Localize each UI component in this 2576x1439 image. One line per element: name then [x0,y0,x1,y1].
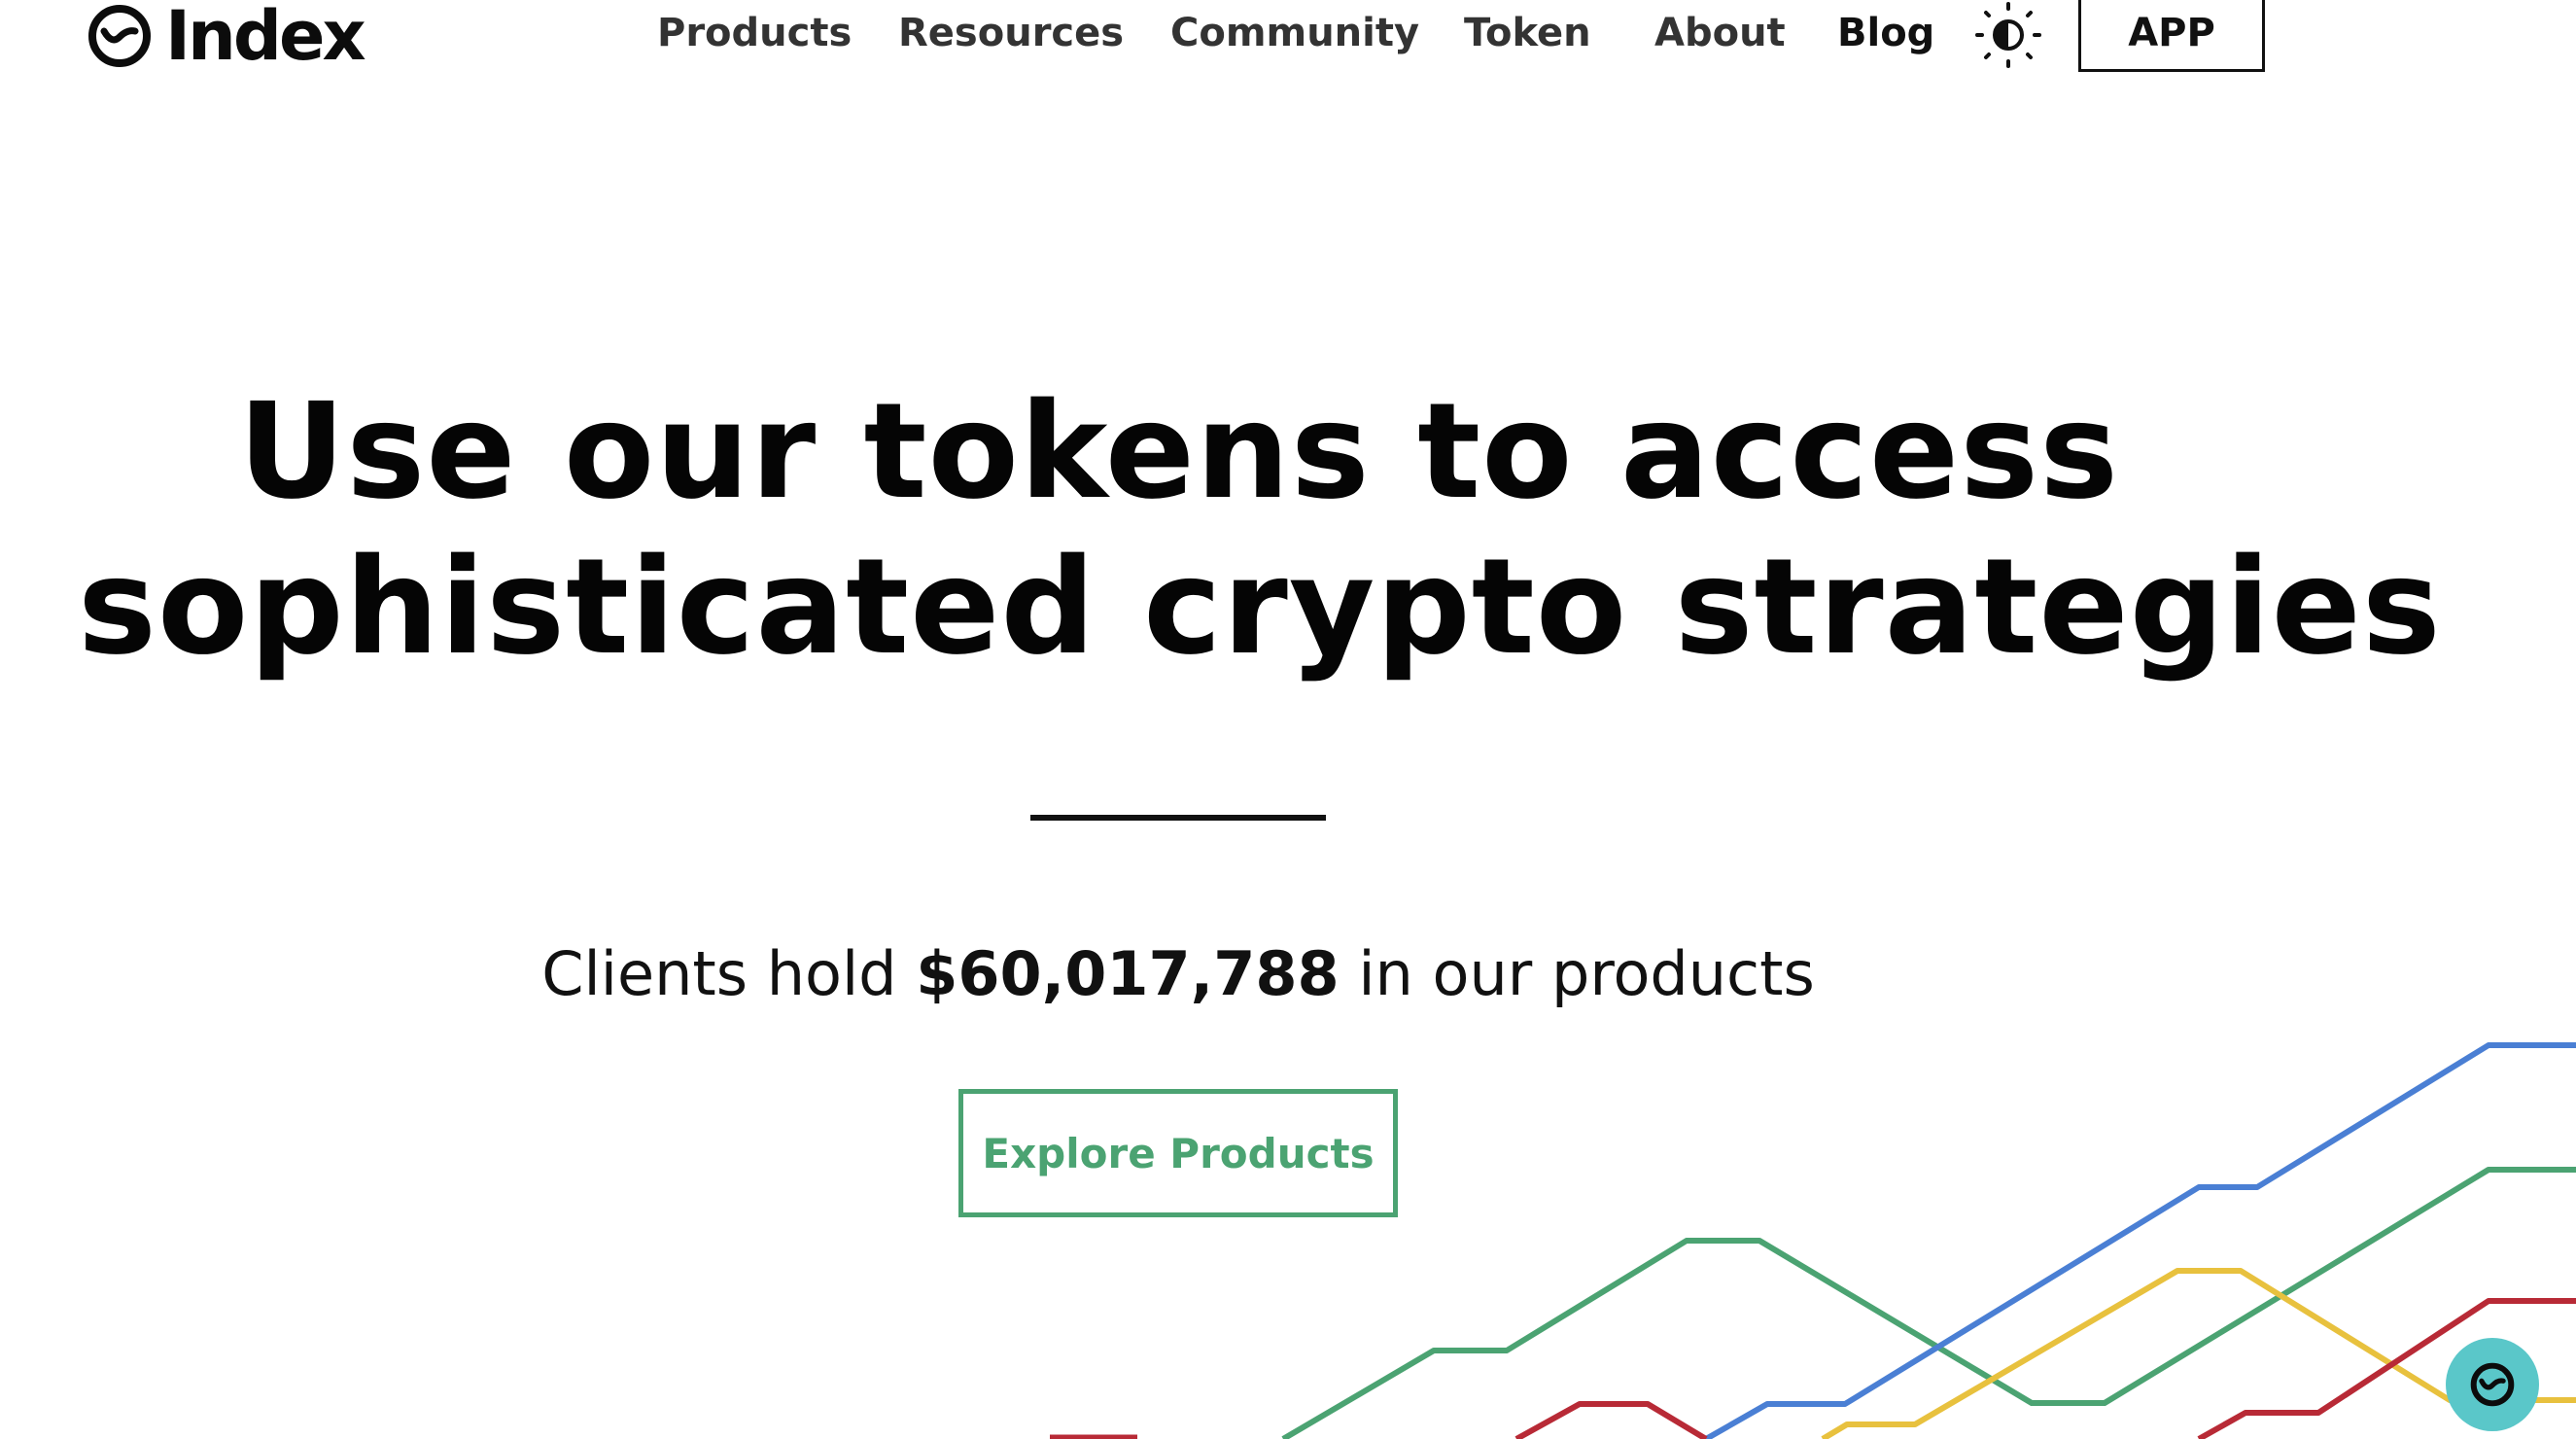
nav-resources[interactable]: Resources [898,6,1124,60]
decorative-line-green [1281,1167,2576,1439]
nav-token[interactable]: Token [1464,6,1591,60]
clients-suffix: in our products [1339,938,1815,1009]
clients-holdings-text: Clients hold $60,017,788 in our products [206,935,2150,1013]
nav-community[interactable]: Community [1170,6,1419,60]
nav-about[interactable]: About [1654,6,1786,60]
hero-title-line-2: sophisticated crypto strategies [78,531,2442,684]
nav-products[interactable]: Products [657,6,852,60]
chat-widget-button[interactable] [2446,1338,2539,1431]
chat-logo-icon [2470,1362,2515,1407]
hero-title: Use our tokens to access sophisticated c… [78,374,2442,685]
page: Index Products Resources Community Token… [0,0,2576,1439]
logo[interactable]: Index [86,0,366,76]
logo-text: Index [165,0,366,76]
clients-prefix: Clients hold [541,938,917,1009]
decorative-lines [1050,1042,2576,1439]
divider [1030,815,1326,821]
nav-blog[interactable]: Blog [1837,6,1934,60]
decorative-line-red [1514,1401,1708,1439]
sun-half-icon[interactable] [1973,0,2043,70]
index-logo-icon [88,5,151,67]
explore-products-button[interactable]: Explore Products [958,1089,1398,1217]
clients-amount: $60,017,788 [916,938,1340,1009]
hero-title-line-1: Use our tokens to access [237,375,2120,529]
app-button[interactable]: APP [2078,0,2265,72]
